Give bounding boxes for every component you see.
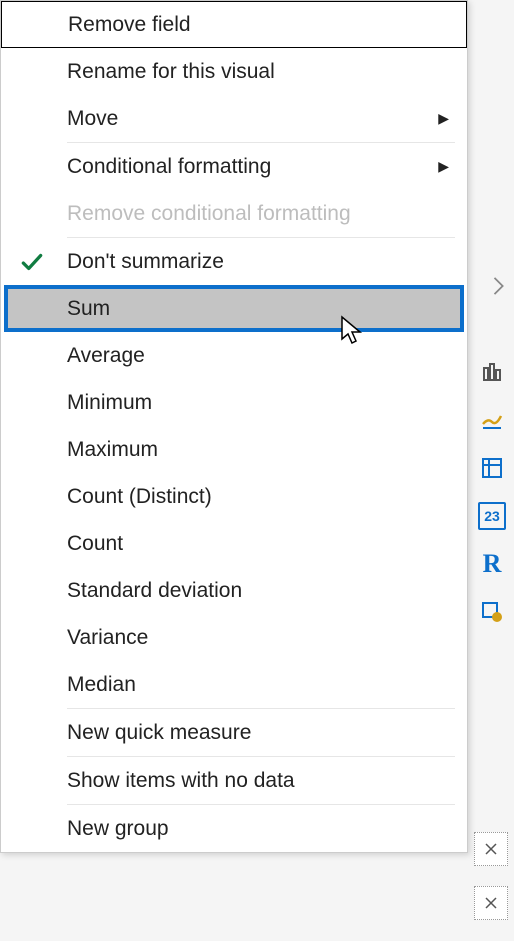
viz-icon-4[interactable]: 23: [478, 502, 506, 530]
menu-label: Remove field: [68, 13, 191, 37]
menu-dont-summarize[interactable]: Don't summarize: [1, 238, 467, 285]
chevron-right-icon[interactable]: [484, 272, 512, 306]
menu-count-distinct[interactable]: Count (Distinct): [1, 473, 467, 520]
close-button-2[interactable]: [474, 886, 508, 920]
menu-median[interactable]: Median: [1, 661, 467, 708]
menu-label: Count: [67, 532, 123, 556]
menu-show-items-no-data[interactable]: Show items with no data: [1, 757, 467, 804]
viz-icon-2[interactable]: [478, 406, 506, 434]
menu-label: Median: [67, 673, 136, 697]
menu-conditional-formatting[interactable]: Conditional formatting ▶: [1, 143, 467, 190]
menu-label: Variance: [67, 626, 148, 650]
menu-label: Standard deviation: [67, 579, 242, 603]
menu-sum-highlighted[interactable]: Sum: [1, 285, 467, 332]
menu-label: New quick measure: [67, 721, 251, 745]
menu-label: New group: [67, 817, 169, 841]
menu-label: Conditional formatting: [67, 155, 271, 179]
menu-count[interactable]: Count: [1, 520, 467, 567]
submenu-arrow-icon: ▶: [438, 158, 449, 175]
menu-remove-conditional-formatting: Remove conditional formatting: [1, 190, 467, 237]
menu-label: Maximum: [67, 438, 158, 462]
menu-rename-visual[interactable]: Rename for this visual: [1, 48, 467, 95]
menu-label: Sum: [67, 297, 110, 321]
submenu-arrow-icon: ▶: [438, 110, 449, 127]
menu-standard-deviation[interactable]: Standard deviation: [1, 567, 467, 614]
menu-minimum[interactable]: Minimum: [1, 379, 467, 426]
close-button-1[interactable]: [474, 832, 508, 866]
viz-icon-r[interactable]: R: [478, 550, 506, 578]
visualization-icons-strip: 23 R: [478, 358, 506, 626]
menu-label: Minimum: [67, 391, 152, 415]
viz-icon-3[interactable]: [478, 454, 506, 482]
menu-remove-field[interactable]: Remove field: [1, 1, 467, 48]
menu-label: Count (Distinct): [67, 485, 212, 509]
menu-new-quick-measure[interactable]: New quick measure: [1, 709, 467, 756]
menu-move[interactable]: Move ▶: [1, 95, 467, 142]
menu-label: Don't summarize: [67, 250, 224, 274]
menu-label: Show items with no data: [67, 769, 295, 793]
field-context-menu: Remove field Rename for this visual Move…: [0, 0, 468, 853]
menu-variance[interactable]: Variance: [1, 614, 467, 661]
menu-label: Remove conditional formatting: [67, 202, 351, 226]
menu-label: Move: [67, 107, 118, 131]
menu-label: Rename for this visual: [67, 60, 275, 84]
menu-sum[interactable]: Sum: [1, 285, 467, 332]
menu-average[interactable]: Average: [1, 332, 467, 379]
menu-maximum[interactable]: Maximum: [1, 426, 467, 473]
viz-icon-6[interactable]: [478, 598, 506, 626]
check-icon: [19, 249, 45, 275]
menu-label: Average: [67, 344, 145, 368]
viz-icon-1[interactable]: [478, 358, 506, 386]
menu-new-group[interactable]: New group: [1, 805, 467, 852]
